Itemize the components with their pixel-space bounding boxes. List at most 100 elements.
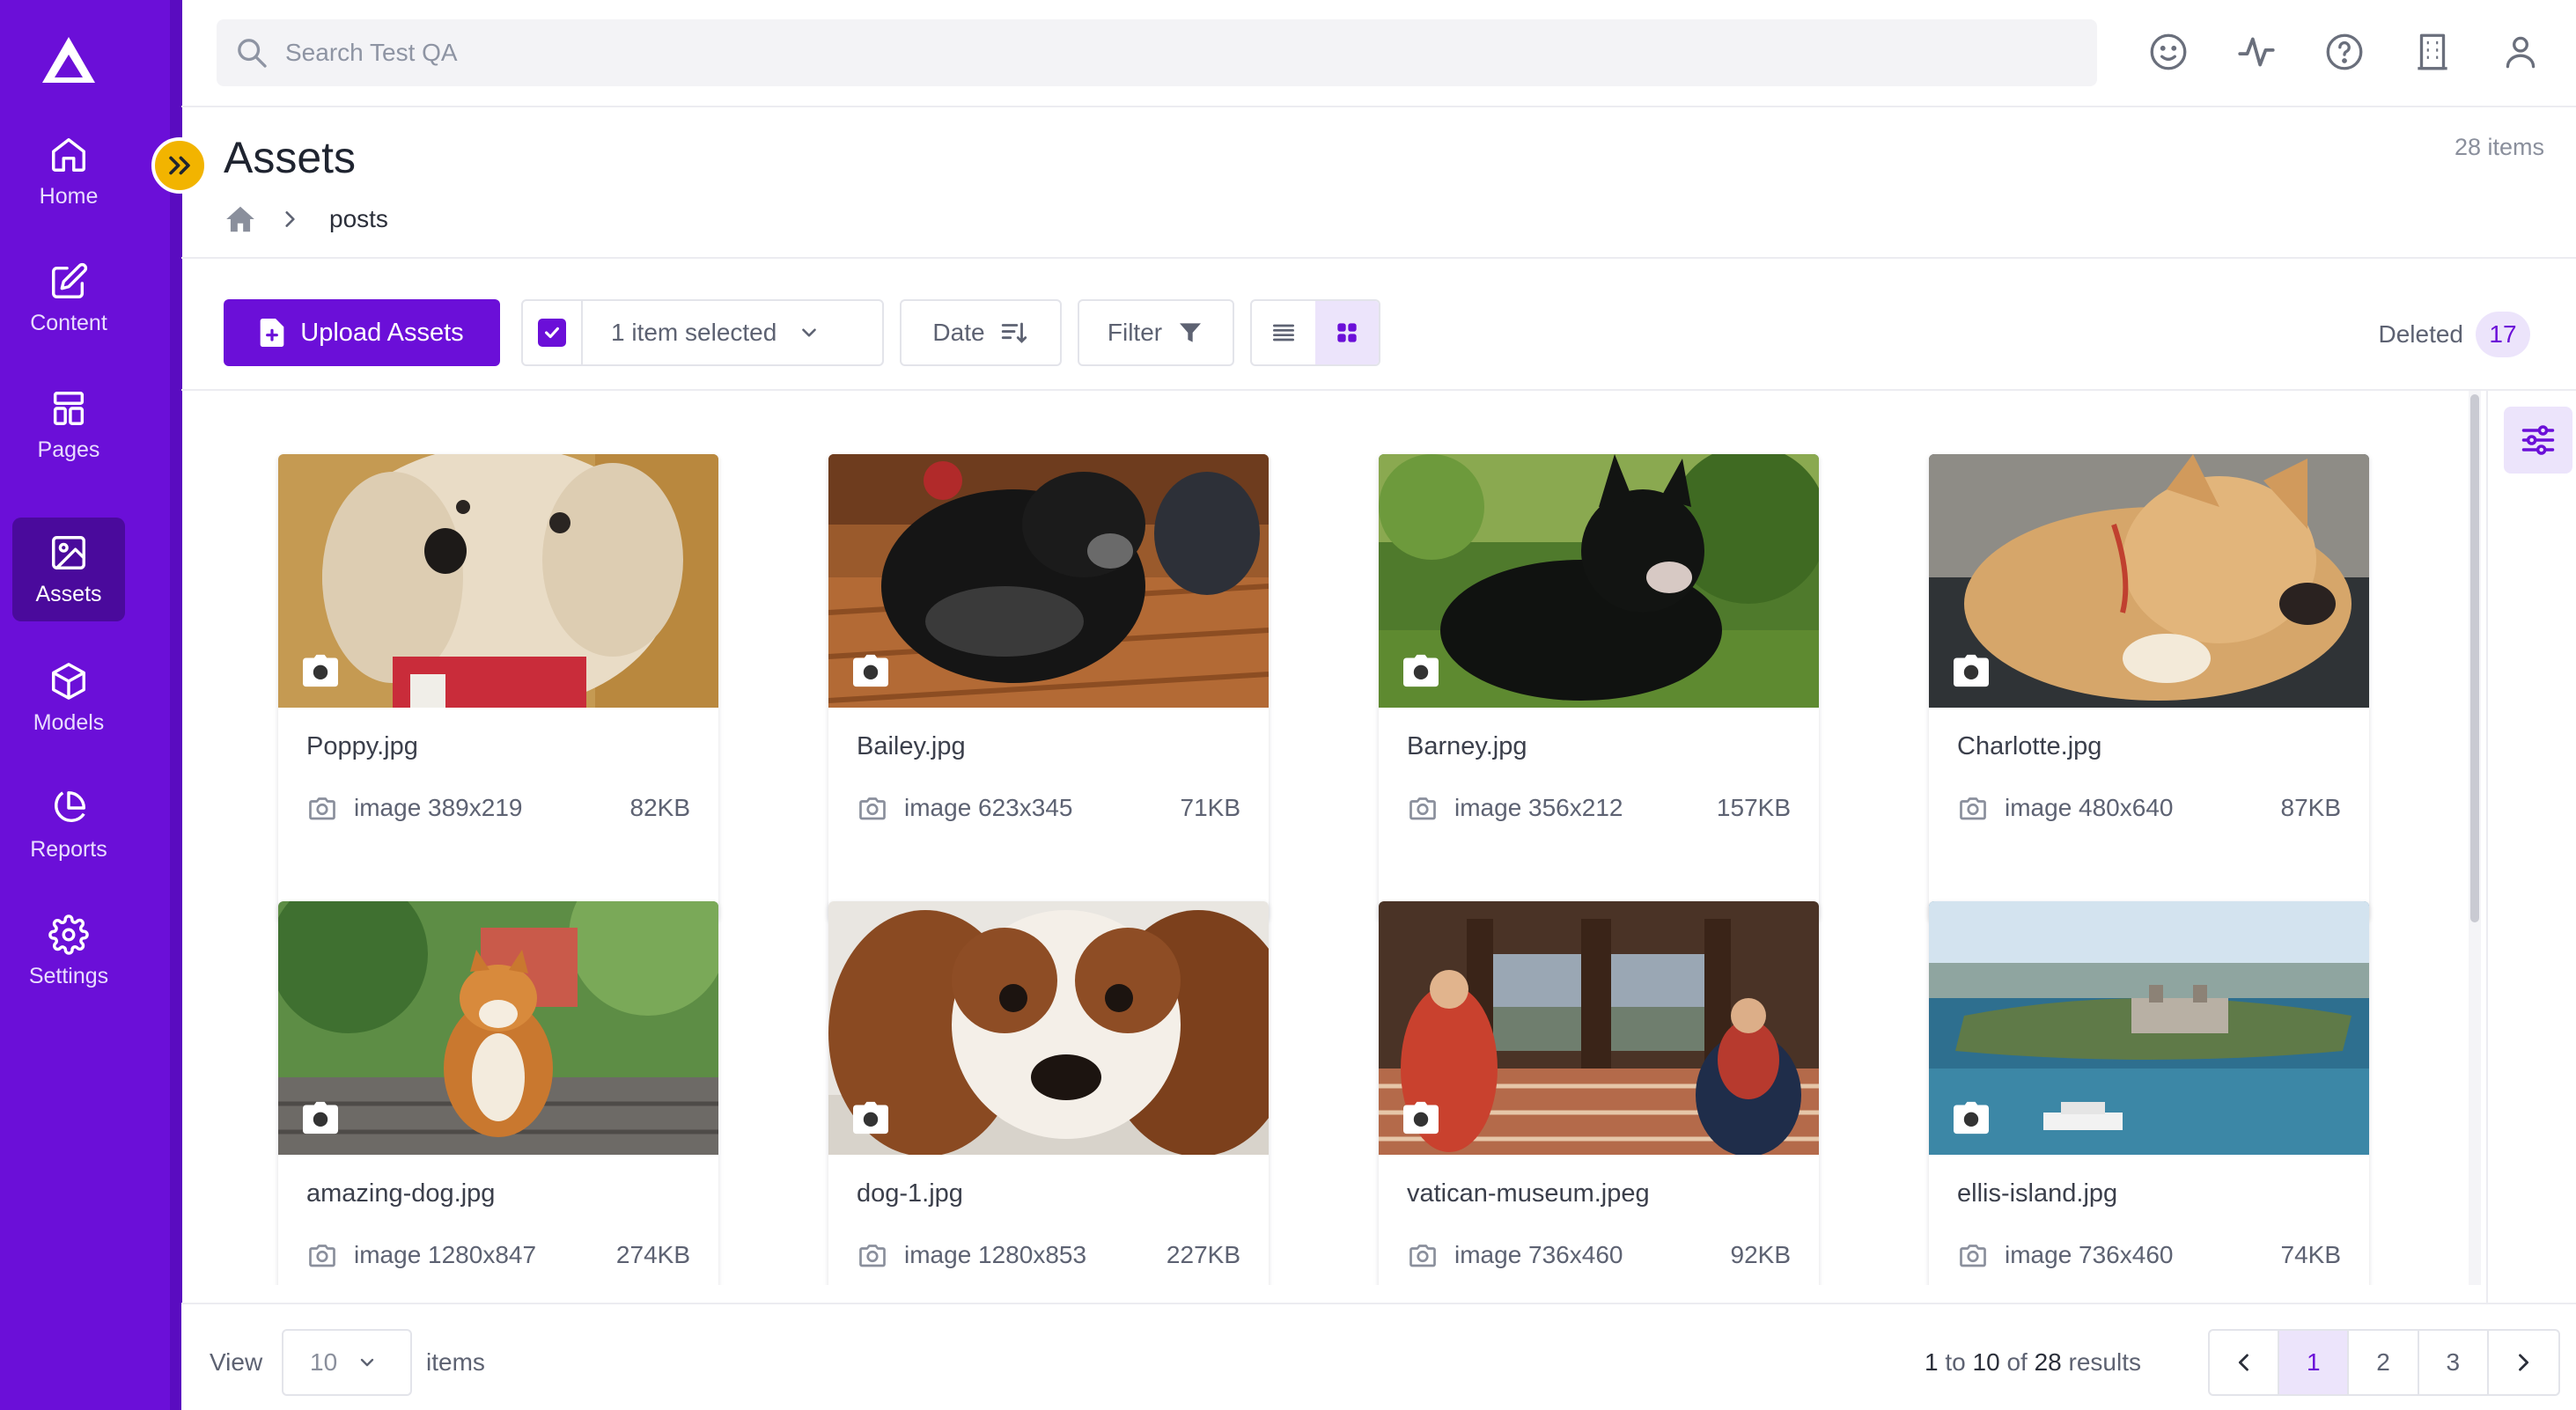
asset-meta: image 736x460 92KB (1407, 1239, 1791, 1271)
nav-item-content[interactable]: Content (12, 246, 125, 350)
asset-card[interactable]: vatican-museum.jpeg image 736x460 92KB (1379, 901, 1819, 1285)
results-summary: 1 to 10 of 28 results (1076, 1348, 2141, 1377)
dog-photo (828, 901, 1269, 1155)
results-word: results (2068, 1348, 2141, 1376)
asset-type: image 736x460 (2005, 1241, 2174, 1268)
asset-card[interactable]: ellis-island.jpg image 736x460 74KB (1929, 901, 2369, 1285)
asset-type: image 356x212 (1454, 794, 1623, 821)
asset-meta: image 1280x847 274KB (306, 1239, 690, 1271)
asset-grid: Poppy.jpg image 389x219 82KB Bailey.jpg … (181, 391, 2469, 1285)
asset-size: 71KB (1180, 794, 1241, 821)
page-button-2[interactable]: 2 (2349, 1331, 2419, 1394)
building-icon[interactable] (2410, 30, 2455, 74)
nav-item-models[interactable]: Models (12, 646, 125, 750)
nav-label: Settings (28, 963, 109, 988)
asset-meta: image 389x219 82KB (306, 792, 690, 824)
search-input[interactable] (285, 39, 1958, 67)
display-settings-button[interactable] (2504, 407, 2572, 474)
camera-icon (303, 654, 338, 687)
logo[interactable] (40, 35, 97, 84)
expand-sidebar-button[interactable] (151, 137, 208, 194)
activity-icon[interactable] (2234, 30, 2278, 74)
select-all-checkbox[interactable] (538, 319, 566, 347)
prev-page-button[interactable] (2210, 1331, 2280, 1394)
search-bar[interactable] (217, 19, 2097, 86)
asset-thumbnail[interactable] (828, 901, 1269, 1155)
pager: 1 2 3 (2208, 1329, 2560, 1396)
asset-size: 82KB (629, 794, 691, 821)
double-chevron-right-icon (169, 156, 190, 175)
camera-outline-icon (309, 1245, 335, 1267)
filter-button[interactable]: Filter (1078, 299, 1234, 366)
camera-icon (1954, 1101, 1989, 1135)
chevron-down-icon (360, 1358, 374, 1367)
asset-card[interactable]: Barney.jpg image 356x212 157KB (1379, 454, 1819, 921)
page-size-select[interactable]: 10 (282, 1329, 412, 1396)
asset-thumbnail[interactable] (1379, 901, 1819, 1155)
results-of: of (2006, 1348, 2028, 1376)
sliders-icon (2521, 425, 2555, 455)
date-sort-button[interactable]: Date (900, 299, 1062, 366)
upload-assets-label: Upload Assets (300, 318, 464, 347)
asset-meta: image 623x345 71KB (857, 792, 1240, 824)
scrollbar-thumb[interactable] (2470, 394, 2479, 922)
pagination-footer: View 10 items 1 to 10 of 28 results 1 2 … (181, 1303, 2576, 1410)
toolbar: Upload Assets 1 item selected Date Filte… (181, 259, 2576, 391)
chevron-right-icon (285, 211, 295, 227)
asset-card[interactable]: dog-1.jpg image 1280x853 227KB (828, 901, 1269, 1285)
nav-label: Assets (35, 581, 102, 606)
asset-card[interactable]: Charlotte.jpg image 480x640 87KB (1929, 454, 2369, 921)
asset-card[interactable]: amazing-dog.jpg image 1280x847 274KB (278, 901, 718, 1285)
nav-item-pages[interactable]: Pages (12, 373, 125, 477)
help-icon[interactable] (2322, 30, 2366, 74)
list-view-button[interactable] (1252, 301, 1315, 364)
asset-thumbnail[interactable] (828, 454, 1269, 708)
sort-icon (1001, 322, 1027, 343)
camera-outline-icon (1409, 797, 1436, 820)
camera-icon (853, 1101, 888, 1135)
nav-item-reports[interactable]: Reports (12, 773, 125, 877)
asset-thumbnail[interactable] (1929, 901, 2369, 1155)
asset-type: image 1280x847 (354, 1241, 537, 1268)
select-all-checkbox-wrap[interactable] (523, 301, 583, 364)
nav-item-home[interactable]: Home (12, 120, 125, 224)
filter-icon (1180, 323, 1202, 342)
asset-card[interactable]: Bailey.jpg image 623x345 71KB (828, 454, 1269, 921)
camera-outline-icon (1960, 797, 1986, 820)
deleted-label: Deleted (2378, 320, 2463, 348)
page-button-1[interactable]: 1 (2279, 1331, 2350, 1394)
asset-thumbnail[interactable] (278, 454, 718, 708)
chevron-down-icon (802, 328, 817, 337)
smiley-icon[interactable] (2146, 30, 2190, 74)
grid-view-button[interactable] (1315, 301, 1379, 364)
upload-assets-button[interactable]: Upload Assets (224, 299, 500, 366)
asset-type: image 736x460 (1454, 1241, 1623, 1268)
nav-item-settings[interactable]: Settings (12, 900, 125, 1003)
asset-thumbnail[interactable] (1929, 454, 2369, 708)
page-button-3[interactable]: 3 (2419, 1331, 2489, 1394)
home-icon (52, 137, 85, 172)
nav-label: Models (33, 709, 105, 735)
asset-filename: vatican-museum.jpeg (1407, 1179, 1650, 1208)
breadcrumb-home-icon[interactable] (224, 202, 257, 236)
asset-thumbnail[interactable] (278, 901, 718, 1155)
nav-item-assets[interactable]: Assets (12, 518, 125, 621)
check-icon (545, 327, 559, 339)
camera-outline-icon (859, 797, 886, 820)
image-icon (52, 535, 85, 569)
breadcrumb-item-posts[interactable]: posts (329, 205, 388, 233)
selection-dropdown[interactable]: 1 item selected (521, 299, 884, 366)
asset-meta: image 1280x853 227KB (857, 1239, 1240, 1271)
user-icon[interactable] (2499, 30, 2543, 74)
camera-icon (1403, 654, 1439, 687)
dog-photo (278, 454, 718, 708)
camera-outline-icon (859, 1245, 886, 1267)
deleted-items-link[interactable]: Deleted 17 (2378, 312, 2530, 357)
asset-thumbnail[interactable] (1379, 454, 1819, 708)
asset-meta: image 480x640 87KB (1957, 792, 2341, 824)
asset-card[interactable]: Poppy.jpg image 389x219 82KB (278, 454, 718, 921)
asset-filename: Poppy.jpg (306, 732, 418, 760)
next-page-button[interactable] (2489, 1331, 2558, 1394)
chevron-left-icon (2238, 1354, 2248, 1371)
nav-label: Reports (30, 836, 107, 862)
